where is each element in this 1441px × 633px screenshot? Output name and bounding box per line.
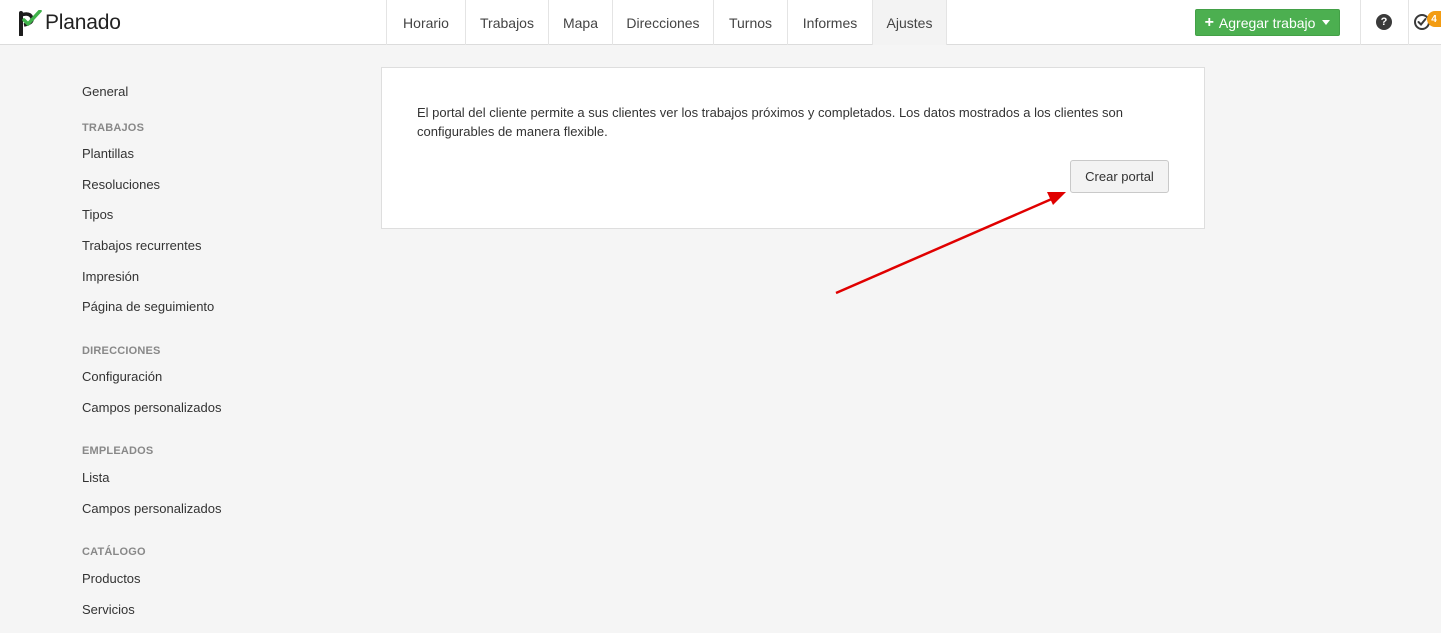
- nav-tab-mapa[interactable]: Mapa: [548, 0, 612, 45]
- sidebar-item-lista[interactable]: Lista: [82, 470, 109, 485]
- nav-tab-trabajos[interactable]: Trabajos: [465, 0, 548, 45]
- sidebar-item-servicios[interactable]: Servicios: [82, 602, 135, 617]
- sidebar-item-configuracion[interactable]: Configuración: [82, 369, 162, 384]
- sidebar-item-empleados-campos[interactable]: Campos personalizados: [82, 501, 221, 516]
- caret-down-icon: [1322, 20, 1331, 25]
- nav-tab-label: Turnos: [728, 14, 773, 31]
- sidebar-section-catalogo: CATÁLOGO: [82, 546, 146, 558]
- nav-tab-label: Horario: [403, 14, 449, 31]
- sidebar-item-tipos[interactable]: Tipos: [82, 207, 113, 222]
- sidebar-item-productos[interactable]: Productos: [82, 571, 141, 586]
- main-nav: Horario Trabajos Mapa Direcciones Turnos…: [386, 0, 947, 45]
- nav-tab-label: Ajustes: [886, 14, 933, 31]
- sidebar-item-plantillas[interactable]: Plantillas: [82, 146, 134, 161]
- add-job-button[interactable]: + Agregar trabajo: [1195, 9, 1340, 36]
- nav-tab-ajustes[interactable]: Ajustes: [872, 0, 947, 45]
- header-divider: [1360, 0, 1361, 45]
- nav-tab-label: Mapa: [562, 14, 599, 31]
- nav-tab-label: Direcciones: [626, 14, 700, 31]
- sidebar-item-impresion[interactable]: Impresión: [82, 269, 139, 284]
- portal-description: El portal del cliente permite a sus clie…: [417, 105, 1123, 139]
- sidebar-item-pagina-seguimiento[interactable]: Página de seguimiento: [82, 299, 214, 314]
- logo[interactable]: Planado: [18, 9, 121, 37]
- sidebar-item-general[interactable]: General: [82, 84, 128, 99]
- logo-text: Planado: [45, 11, 121, 34]
- sidebar-item-resoluciones[interactable]: Resoluciones: [82, 177, 160, 192]
- planado-logo-icon: [19, 10, 42, 36]
- header-divider: [1408, 0, 1409, 45]
- sidebar-item-trabajos-recurrentes[interactable]: Trabajos recurrentes: [82, 238, 201, 253]
- nav-tab-label: Trabajos: [480, 14, 534, 31]
- nav-tab-direcciones[interactable]: Direcciones: [612, 0, 713, 45]
- nav-tab-turnos[interactable]: Turnos: [713, 0, 787, 45]
- sidebar-item-direcciones-campos[interactable]: Campos personalizados: [82, 400, 221, 415]
- nav-tab-horario[interactable]: Horario: [386, 0, 465, 45]
- sidebar-section-direcciones: DIRECCIONES: [82, 345, 161, 357]
- help-icon[interactable]: ?: [1376, 14, 1392, 30]
- top-navbar: Planado Horario Trabajos Mapa Direccione…: [0, 0, 1441, 45]
- nav-tab-informes[interactable]: Informes: [787, 0, 872, 45]
- notifications-badge: 4: [1427, 11, 1441, 27]
- add-job-label: Agregar trabajo: [1218, 14, 1316, 31]
- nav-tab-label: Informes: [802, 14, 858, 31]
- client-portal-card: El portal del cliente permite a sus clie…: [381, 67, 1205, 229]
- sidebar-section-empleados: EMPLEADOS: [82, 445, 154, 457]
- app-window: Planado Horario Trabajos Mapa Direccione…: [0, 0, 1441, 633]
- sidebar-section-trabajos: TRABAJOS: [82, 122, 145, 134]
- create-portal-button[interactable]: Crear portal: [1070, 160, 1169, 193]
- plus-icon: +: [1204, 13, 1214, 31]
